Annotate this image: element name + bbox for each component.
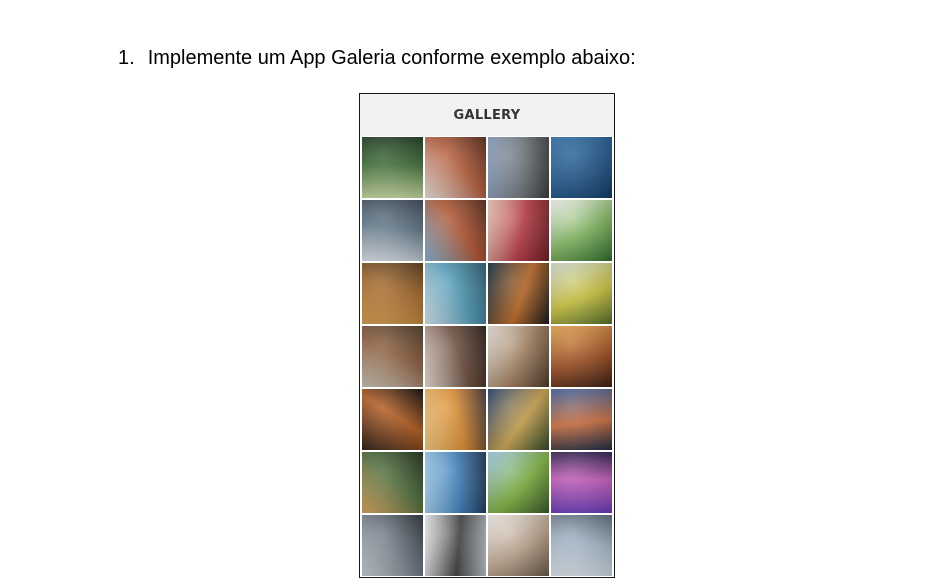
gallery-photo[interactable] [488,326,549,387]
gallery-photo[interactable] [425,389,486,450]
gallery-photo[interactable] [362,263,423,324]
app-title: GALLERY [453,107,521,123]
app-header: GALLERY [360,94,614,136]
gallery-photo[interactable] [488,452,549,513]
instruction-number: 1. [118,47,135,69]
gallery-photo[interactable] [488,515,549,576]
gallery-photo[interactable] [551,137,612,198]
gallery-photo[interactable] [551,263,612,324]
gallery-photo[interactable] [425,200,486,261]
phone-mockup: GALLERY [359,93,615,578]
gallery-photo[interactable] [425,137,486,198]
gallery-photo[interactable] [488,200,549,261]
gallery-photo[interactable] [362,452,423,513]
gallery-photo[interactable] [425,515,486,576]
gallery-photo[interactable] [551,200,612,261]
gallery-photo[interactable] [488,389,549,450]
gallery-photo[interactable] [425,326,486,387]
gallery-photo[interactable] [551,452,612,513]
gallery-photo[interactable] [551,389,612,450]
instruction-line: 1. Implemente um App Galeria conforme ex… [118,47,636,70]
gallery-photo[interactable] [551,515,612,576]
gallery-photo[interactable] [362,200,423,261]
gallery-photo[interactable] [362,137,423,198]
gallery-grid [362,137,612,576]
gallery-photo[interactable] [488,263,549,324]
gallery-photo[interactable] [425,452,486,513]
gallery-photo[interactable] [551,326,612,387]
gallery-photo[interactable] [425,263,486,324]
gallery-photo[interactable] [488,137,549,198]
gallery-photo[interactable] [362,389,423,450]
gallery-photo[interactable] [362,326,423,387]
instruction-text: Implemente um App Galeria conforme exemp… [147,47,636,69]
gallery-photo[interactable] [362,515,423,576]
